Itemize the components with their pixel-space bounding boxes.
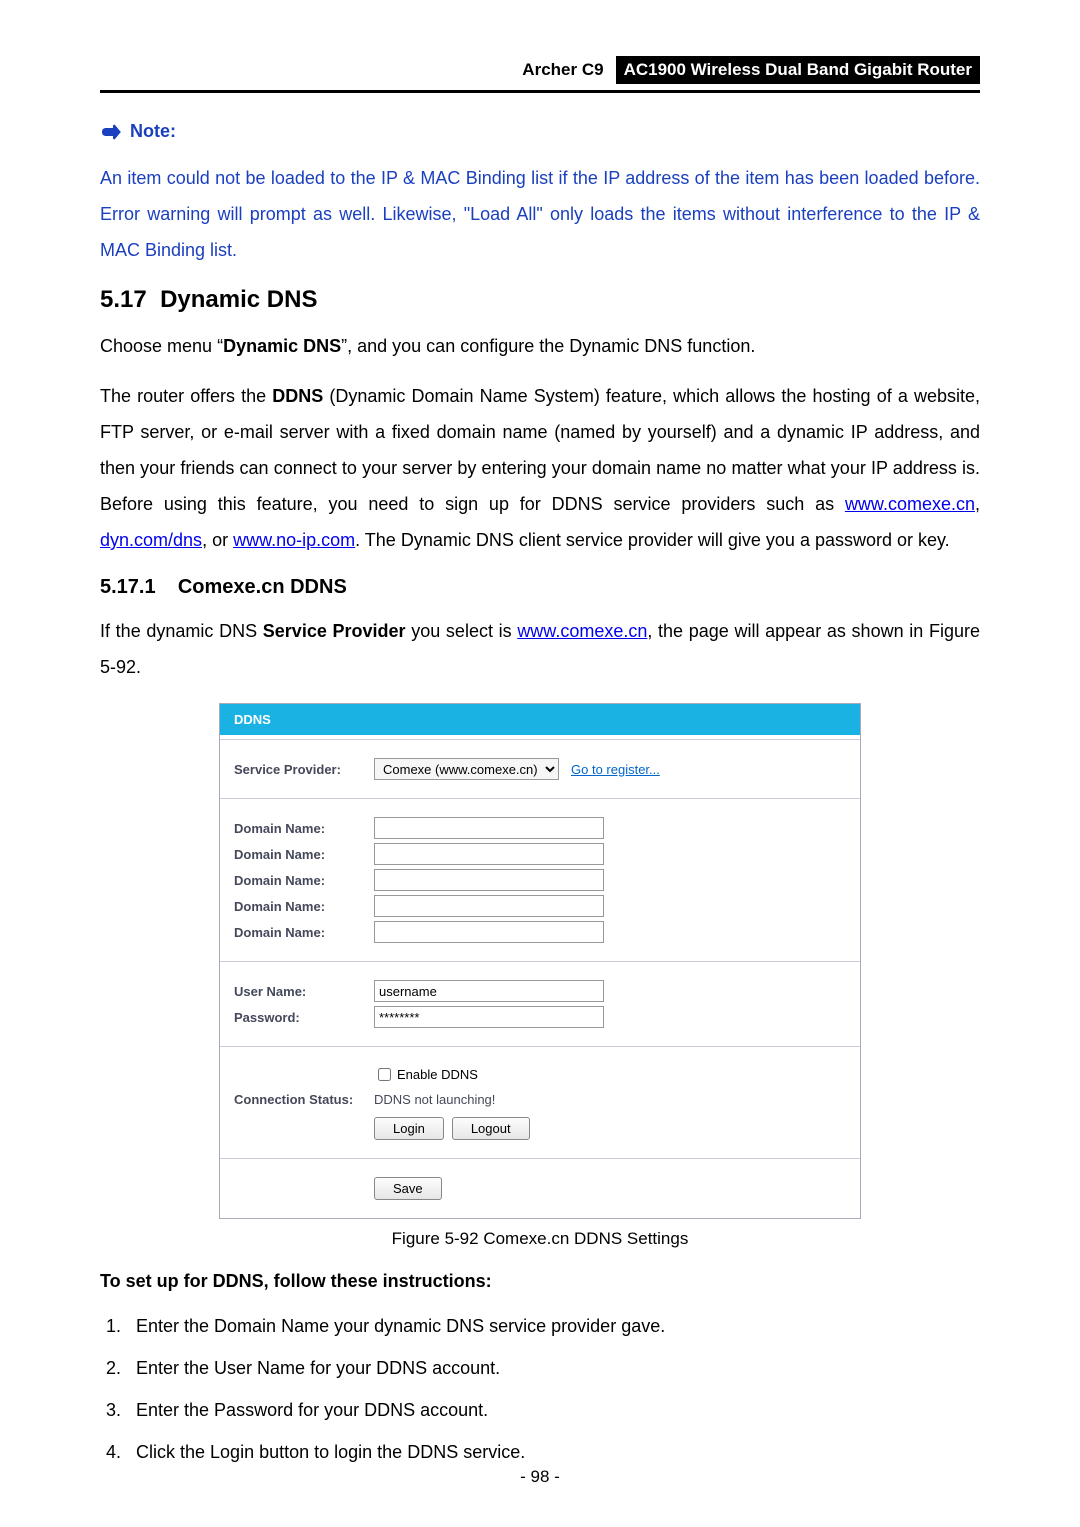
text: . The Dynamic DNS client service provide… xyxy=(355,530,950,550)
domain-name-input-3[interactable] xyxy=(374,869,604,891)
register-link[interactable]: Go to register... xyxy=(571,762,660,777)
label-domain-name-5: Domain Name: xyxy=(234,925,374,940)
device-model: Archer C9 xyxy=(522,60,603,80)
password-input[interactable] xyxy=(374,1006,604,1028)
link-noip[interactable]: www.no-ip.com xyxy=(233,530,355,550)
instructions-list: Enter the Domain Name your dynamic DNS s… xyxy=(100,1308,980,1470)
link-comexe[interactable]: www.comexe.cn xyxy=(845,494,975,514)
username-input[interactable] xyxy=(374,980,604,1002)
subsection-name: Comexe.cn DDNS xyxy=(178,576,347,598)
section-description: The router offers the DDNS (Dynamic Doma… xyxy=(100,378,980,558)
link-dyn[interactable]: dyn.com/dns xyxy=(100,530,202,550)
label-connection-status: Connection Status: xyxy=(234,1092,374,1107)
device-product: AC1900 Wireless Dual Band Gigabit Router xyxy=(616,56,980,84)
section-title: 5.17 Dynamic DNS xyxy=(100,286,980,314)
subsection-intro: If the dynamic DNS Service Provider you … xyxy=(100,613,980,685)
text-bold: User Name xyxy=(214,1358,305,1378)
domain-name-input-5[interactable] xyxy=(374,921,604,943)
domain-name-input-1[interactable] xyxy=(374,817,604,839)
text-bold: DDNS xyxy=(272,386,323,406)
subsection-number: 5.17.1 xyxy=(100,576,156,598)
text: button to login the DDNS service. xyxy=(254,1442,525,1462)
list-item: Click the Login button to login the DDNS… xyxy=(126,1434,980,1470)
text: for your DDNS account. xyxy=(305,1358,500,1378)
note-title-text: Note: xyxy=(130,121,176,142)
label-username: User Name: xyxy=(234,984,374,999)
page-number: - 98 - xyxy=(0,1467,1080,1487)
text: If the dynamic DNS xyxy=(100,621,263,641)
section-intro: Choose menu “Dynamic DNS”, and you can c… xyxy=(100,328,980,364)
text-bold: Password xyxy=(214,1400,293,1420)
section-name: Dynamic DNS xyxy=(160,286,317,313)
ddns-settings-figure: DDNS Service Provider: Comexe (www.comex… xyxy=(219,703,861,1219)
save-button[interactable]: Save xyxy=(374,1177,442,1200)
text: you select is xyxy=(406,621,518,641)
text: ”, and you can configure the Dynamic DNS… xyxy=(341,336,755,356)
connection-status-text: DDNS not launching! xyxy=(374,1092,495,1107)
text: , xyxy=(975,494,980,514)
list-item: Enter the Password for your DDNS account… xyxy=(126,1392,980,1428)
note-body: An item could not be loaded to the IP & … xyxy=(100,160,980,268)
enable-ddns-checkbox[interactable] xyxy=(378,1068,391,1081)
logout-button[interactable]: Logout xyxy=(452,1117,530,1140)
login-button[interactable]: Login xyxy=(374,1117,444,1140)
text: Enter the xyxy=(136,1400,214,1420)
instructions-heading: To set up for DDNS, follow these instruc… xyxy=(100,1271,980,1292)
text-bold: Dynamic DNS xyxy=(223,336,341,356)
enable-ddns-label: Enable DDNS xyxy=(397,1067,478,1082)
section-number: 5.17 xyxy=(100,286,147,313)
label-domain-name-1: Domain Name: xyxy=(234,821,374,836)
link-comexe-2[interactable]: www.comexe.cn xyxy=(517,621,647,641)
note-heading: Note: xyxy=(100,121,980,142)
label-password: Password: xyxy=(234,1010,374,1025)
label-domain-name-2: Domain Name: xyxy=(234,847,374,862)
panel-title: DDNS xyxy=(220,704,860,739)
text: The router offers the xyxy=(100,386,272,406)
text: Choose menu “ xyxy=(100,336,223,356)
list-item: Enter the Domain Name your dynamic DNS s… xyxy=(126,1308,980,1344)
text: your dynamic DNS service provider gave. xyxy=(329,1316,665,1336)
text-bold: Domain Name xyxy=(214,1316,329,1336)
text-bold: Service Provider xyxy=(263,621,406,641)
text: Click the xyxy=(136,1442,210,1462)
page-header: Archer C9 AC1900 Wireless Dual Band Giga… xyxy=(100,56,980,93)
domain-name-input-4[interactable] xyxy=(374,895,604,917)
pointing-hand-icon xyxy=(100,123,122,141)
figure-caption: Figure 5-92 Comexe.cn DDNS Settings xyxy=(100,1229,980,1249)
service-provider-select[interactable]: Comexe (www.comexe.cn) xyxy=(374,758,559,780)
label-domain-name-4: Domain Name: xyxy=(234,899,374,914)
label-service-provider: Service Provider: xyxy=(234,762,374,777)
text: Enter the xyxy=(136,1316,214,1336)
subsection-title: 5.17.1 Comexe.cn DDNS xyxy=(100,576,980,599)
label-domain-name-3: Domain Name: xyxy=(234,873,374,888)
text-bold: Login xyxy=(210,1442,254,1462)
text: Enter the xyxy=(136,1358,214,1378)
text: , or xyxy=(202,530,233,550)
text: for your DDNS account. xyxy=(293,1400,488,1420)
domain-name-input-2[interactable] xyxy=(374,843,604,865)
list-item: Enter the User Name for your DDNS accoun… xyxy=(126,1350,980,1386)
